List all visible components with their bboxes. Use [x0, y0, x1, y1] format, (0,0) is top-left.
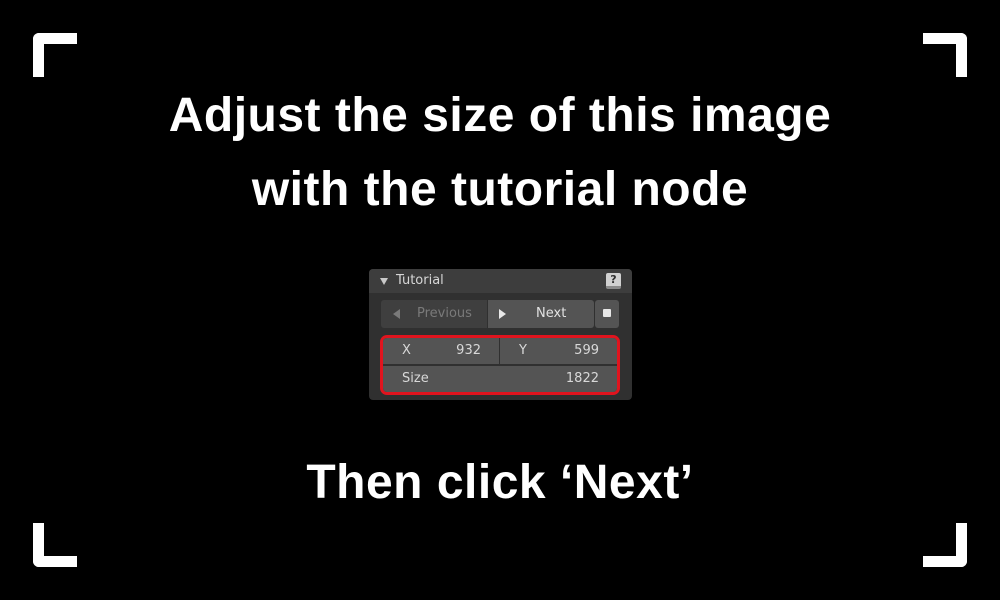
- tutorial-panel: Tutorial ? Previous Next X 932 Y 599 Siz…: [369, 269, 632, 400]
- stop-square-icon: [603, 309, 611, 317]
- tutorial-nav-row: Previous Next: [381, 300, 619, 328]
- x-field-label: X: [402, 343, 411, 358]
- next-button-label: Next: [536, 306, 567, 321]
- play-icon: [499, 309, 506, 319]
- help-book-icon[interactable]: ?: [606, 273, 621, 289]
- tutorial-panel-header[interactable]: Tutorial ?: [369, 269, 632, 293]
- corner-bracket-top-left-icon: [33, 33, 77, 77]
- stop-button[interactable]: [595, 300, 619, 328]
- size-field-value: 1822: [565, 371, 599, 386]
- next-button[interactable]: Next: [488, 300, 594, 328]
- y-field-value: 599: [574, 343, 599, 358]
- previous-button-label: Previous: [417, 306, 472, 321]
- previous-button[interactable]: Previous: [381, 300, 487, 328]
- panel-title: Tutorial: [396, 273, 444, 288]
- instruction-heading-line-1: Adjust the size of this image: [168, 89, 832, 142]
- x-field-value: 932: [456, 343, 481, 358]
- y-field[interactable]: Y 599: [500, 338, 617, 364]
- collapse-triangle-icon[interactable]: [380, 278, 388, 285]
- highlighted-fields-group: X 932 Y 599 Size 1822: [380, 335, 620, 395]
- instruction-heading-line-2: with the tutorial node: [251, 163, 749, 216]
- corner-bracket-bottom-right-icon: [923, 523, 967, 567]
- corner-bracket-bottom-left-icon: [33, 523, 77, 567]
- triangle-left-icon: [393, 309, 400, 319]
- instruction-heading-line-3: Then click ‘Next’: [306, 456, 694, 509]
- size-field[interactable]: Size 1822: [383, 366, 617, 392]
- corner-bracket-top-right-icon: [923, 33, 967, 77]
- y-field-label: Y: [519, 343, 527, 358]
- x-field[interactable]: X 932: [383, 338, 499, 364]
- size-field-label: Size: [402, 371, 429, 386]
